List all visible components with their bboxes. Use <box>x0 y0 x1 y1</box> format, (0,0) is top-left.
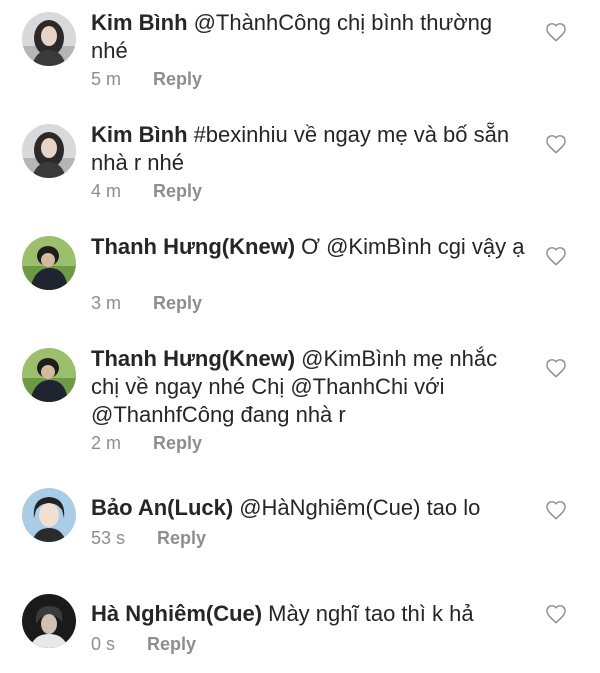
avatar-boy-image <box>22 236 76 290</box>
comment-meta: 53 s Reply <box>91 528 206 549</box>
heart-outline-icon[interactable] <box>545 358 567 378</box>
avatar-boy-image <box>22 348 76 402</box>
comment-time: 4 m <box>91 181 122 201</box>
comment-item: Thanh Hưng(Knew) Ơ @KimBình cgi vậy ạ 3 m… <box>0 224 600 336</box>
comment-username[interactable]: Hà Nghiêm(Cue) <box>91 601 262 626</box>
reply-button[interactable]: Reply <box>153 433 202 454</box>
comment-meta: 5 m Reply <box>91 69 202 90</box>
comment-item: Kim Bình #bexinhiu về ngay mẹ và bố sẵn n… <box>0 112 600 224</box>
comment-item: Kim Bình @ThànhCông chị bình thường nhé 5… <box>0 0 600 112</box>
comment-meta: 4 m Reply <box>91 181 202 202</box>
comment-username[interactable]: Kim Bình <box>91 10 188 35</box>
heart-outline-icon[interactable] <box>545 22 567 42</box>
comment-time: 0 s <box>91 634 116 654</box>
comment-item: Hà Nghiêm(Cue) Mày nghĩ tao thì k hả 0 s R… <box>0 584 600 673</box>
comment-time: 3 m <box>91 293 122 313</box>
comment-list: Kim Bình @ThànhCông chị bình thường nhé 5… <box>0 0 600 673</box>
heart-outline-icon[interactable] <box>545 500 567 520</box>
comment-username[interactable]: Thanh Hưng(Knew) <box>91 234 295 259</box>
comment-body: Mày nghĩ tao thì k hả <box>268 601 474 626</box>
avatar[interactable] <box>22 12 76 66</box>
comment-username[interactable]: Thanh Hưng(Knew) <box>91 346 295 371</box>
comment-username[interactable]: Kim Bình <box>91 122 188 147</box>
comment-item: Thanh Hưng(Knew) @KimBình mẹ nhắc chị về … <box>0 336 600 476</box>
avatar[interactable] <box>22 594 76 648</box>
avatar-dark-image <box>22 594 76 648</box>
comment-meta: 2 m Reply <box>91 433 202 454</box>
comment-item: Bảo An(Luck) @HàNghiêm(Cue) tao lo 53 s Re… <box>0 476 600 568</box>
reply-button[interactable]: Reply <box>157 528 206 549</box>
comment-text: Kim Bình @ThànhCông chị bình thường nhé <box>91 9 531 65</box>
comment-meta: 0 s Reply <box>91 634 196 655</box>
avatar-anime-image <box>22 488 76 542</box>
avatar[interactable] <box>22 348 76 402</box>
reply-button[interactable]: Reply <box>153 181 202 202</box>
comment-time: 2 m <box>91 433 122 453</box>
heart-outline-icon[interactable] <box>545 246 567 266</box>
avatar[interactable] <box>22 124 76 178</box>
heart-outline-icon[interactable] <box>545 134 567 154</box>
comment-text: Thanh Hưng(Knew) Ơ @KimBình cgi vậy ạ <box>91 233 531 261</box>
avatar[interactable] <box>22 488 76 542</box>
comment-time: 5 m <box>91 69 122 89</box>
comment-time: 53 s <box>91 528 126 548</box>
comment-body: @HàNghiêm(Cue) tao lo <box>239 495 481 520</box>
heart-outline-icon[interactable] <box>545 604 567 624</box>
avatar-girl-image <box>22 12 76 66</box>
reply-button[interactable]: Reply <box>147 634 196 655</box>
comment-text: Thanh Hưng(Knew) @KimBình mẹ nhắc chị về … <box>91 345 531 429</box>
comment-text: Bảo An(Luck) @HàNghiêm(Cue) tao lo <box>91 494 531 522</box>
comment-text: Hà Nghiêm(Cue) Mày nghĩ tao thì k hả <box>91 600 531 628</box>
comment-text: Kim Bình #bexinhiu về ngay mẹ và bố sẵn n… <box>91 121 531 177</box>
comment-body: Ơ @KimBình cgi vậy ạ <box>301 234 525 259</box>
comment-username[interactable]: Bảo An(Luck) <box>91 495 233 520</box>
reply-button[interactable]: Reply <box>153 293 202 314</box>
comment-meta: 3 m Reply <box>91 293 202 314</box>
avatar[interactable] <box>22 236 76 290</box>
reply-button[interactable]: Reply <box>153 69 202 90</box>
avatar-girl-image <box>22 124 76 178</box>
